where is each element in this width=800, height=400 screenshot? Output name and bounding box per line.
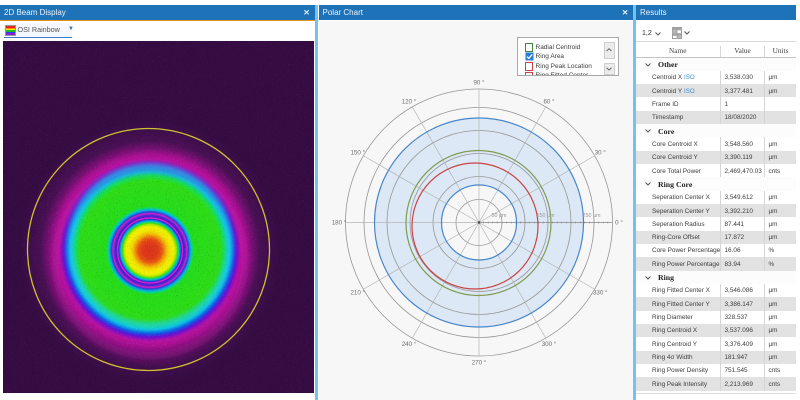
svg-text:240 °: 240 ° [401, 340, 416, 347]
svg-text:50 µm: 50 µm [491, 213, 507, 219]
svg-text:30 °: 30 ° [594, 149, 606, 156]
svg-text:90 °: 90 ° [473, 79, 485, 86]
svg-text:0 °: 0 ° [615, 219, 623, 226]
svg-text:300 °: 300 ° [541, 340, 556, 347]
svg-text:250 µm: 250 µm [582, 213, 601, 219]
svg-text:330 °: 330 ° [592, 289, 607, 296]
svg-text:150 µm: 150 µm [536, 213, 555, 219]
svg-text:180 °: 180 ° [331, 219, 346, 226]
svg-text:120 °: 120 ° [401, 98, 416, 105]
svg-text:270 °: 270 ° [471, 359, 486, 366]
svg-text:150 °: 150 ° [350, 149, 365, 156]
svg-text:60 °: 60 ° [543, 98, 555, 105]
svg-text:210 °: 210 ° [350, 289, 365, 296]
